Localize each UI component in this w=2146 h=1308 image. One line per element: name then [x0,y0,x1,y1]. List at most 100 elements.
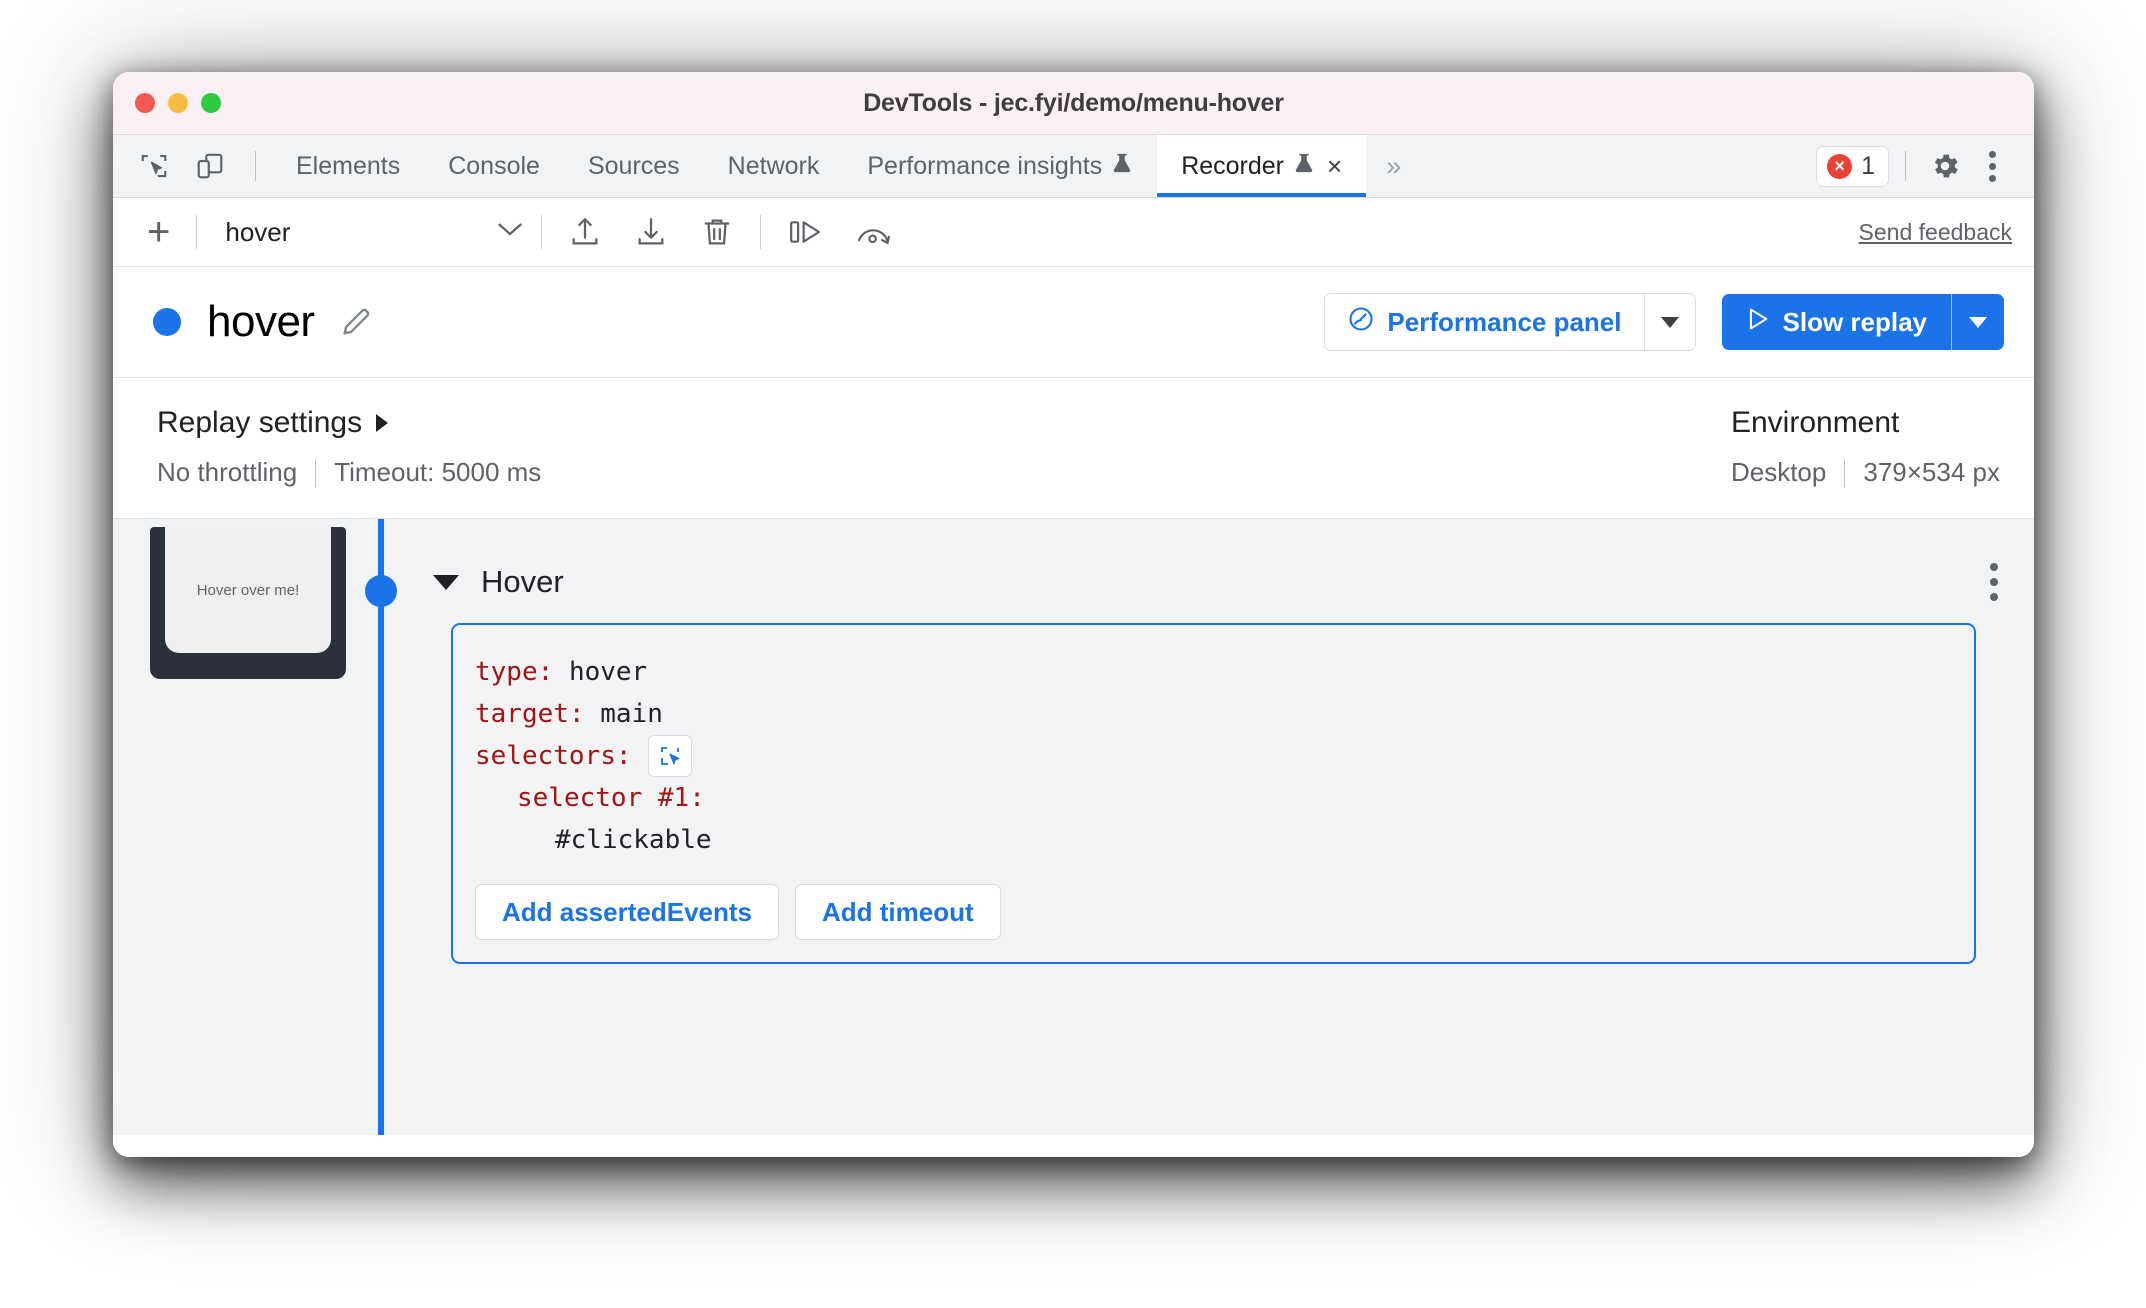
toolbar-divider [760,215,762,249]
settings-strip: Replay settings No throttling Timeout: 5… [113,378,2034,519]
value-divider [1844,458,1846,487]
throttling-value: No throttling [157,457,298,487]
code-value[interactable]: hover [569,651,647,693]
recorder-toolbar: + hover Send feedback [113,198,2034,267]
code-separator: : [537,657,569,687]
screenshot-root: DevTools - jec.fyi/demo/menu-hover Eleme… [0,0,2146,1308]
environment-section: Environment Desktop 379×534 px [1731,378,2000,488]
tab-sources[interactable]: Sources [564,135,704,197]
replay-arc-icon[interactable] [839,217,909,247]
replay-settings-toggle[interactable]: Replay settings [157,406,541,440]
replay-split-button[interactable]: Slow replay [1721,294,2004,350]
new-recording-button[interactable]: + [131,212,186,252]
tab-performance-insights[interactable]: Performance insights [843,135,1157,197]
thumbnail-viewport: Hover over me! [165,527,331,653]
replay-settings-label: Replay settings [157,406,363,439]
minimize-window-button[interactable] [168,93,188,113]
page-title: hover [207,297,315,346]
code-separator: : [615,741,632,772]
code-key: target [475,699,569,730]
performance-panel-split-button[interactable]: Performance panel [1324,293,1696,351]
device-toolbar-icon[interactable] [187,143,233,189]
thumbnail-text: Hover over me! [196,581,300,599]
code-value[interactable]: #clickable [555,819,712,861]
code-line-selector-value: #clickable [475,819,1946,861]
select-element-icon[interactable] [647,735,692,778]
step-details-panel: Hover type: hover target: main selectors… [413,519,2034,1157]
play-icon [1746,306,1770,339]
recording-selector[interactable]: hover [207,217,531,248]
performance-panel-dropdown[interactable] [1645,294,1695,350]
error-count-badge[interactable]: × 1 [1816,145,1889,187]
tab-elements[interactable]: Elements [272,135,424,197]
recording-header: hover Performance panel Slow replay [113,267,2034,378]
step-action-buttons: Add assertedEvents Add timeout [475,883,1946,940]
header-actions: Performance panel Slow replay [1324,293,2004,351]
tab-label: Network [727,151,820,180]
performance-panel-label: Performance panel [1387,306,1622,337]
step-screenshot-thumbnail[interactable]: Hover over me! [150,527,346,679]
import-icon[interactable] [618,215,684,249]
timeline-step-marker[interactable] [365,575,397,607]
viewport-value: 379×534 px [1863,457,2000,487]
code-value[interactable]: main [600,693,663,735]
chevron-down-icon[interactable] [433,574,459,590]
step-code-card: type: hover target: main selectors: sele… [451,623,1976,964]
export-icon[interactable] [552,215,618,249]
tab-label: Elements [296,151,401,180]
kebab-menu-icon[interactable] [1972,144,2012,188]
step-kebab-menu-icon[interactable] [1990,563,1998,601]
replay-dropdown[interactable] [1952,294,2004,350]
add-asserted-events-button[interactable]: Add assertedEvents [475,883,779,940]
chevron-right-icon [376,414,389,432]
error-count: 1 [1861,151,1875,180]
pencil-icon[interactable] [339,305,373,339]
slow-replay-button[interactable]: Slow replay [1722,294,1952,350]
tabbar-divider [255,151,256,181]
close-window-button[interactable] [135,93,155,113]
step-over-icon[interactable] [771,217,839,247]
close-icon[interactable]: × [1327,153,1342,179]
traffic-lights [135,93,221,113]
device-value: Desktop [1730,457,1827,487]
error-icon: × [1827,153,1853,179]
replay-settings-section: Replay settings No throttling Timeout: 5… [157,378,541,488]
window-titlebar: DevTools - jec.fyi/demo/menu-hover [113,72,2034,135]
trash-icon[interactable] [684,215,750,249]
code-key: type [475,657,538,687]
send-feedback-link[interactable]: Send feedback [1859,219,2012,246]
tab-label: Sources [587,151,680,180]
performance-icon [1347,305,1375,340]
chevron-down-icon [1969,316,1987,328]
gear-icon[interactable] [1922,143,1968,189]
performance-panel-button[interactable]: Performance panel [1325,294,1643,350]
window-title: DevTools - jec.fyi/demo/menu-hover [863,88,1284,117]
panel-tabs: Elements Console Sources Network Perform… [272,135,1421,197]
value-divider [315,458,317,487]
zoom-window-button[interactable] [201,93,221,113]
tab-console[interactable]: Console [424,135,564,197]
step-header[interactable]: Hover [433,563,1998,601]
devtools-window: DevTools - jec.fyi/demo/menu-hover Eleme… [113,72,2034,1157]
code-line-selectors: selectors: [475,735,1946,778]
devtools-tabbar: Elements Console Sources Network Perform… [113,135,2034,198]
slow-replay-label: Slow replay [1782,306,1928,337]
replay-settings-summary: No throttling Timeout: 5000 ms [157,457,541,488]
tab-recorder[interactable]: Recorder × [1157,135,1367,197]
toolbar-divider [196,215,198,249]
step-title: Hover [481,564,564,599]
inspect-element-icon[interactable] [131,143,177,189]
tab-label: Console [448,151,540,180]
tabbar-right-controls: × 1 [1816,135,2034,197]
code-key: selectors [475,741,616,772]
code-line-type: type: hover [475,651,1946,693]
steps-area: Hover over me! Hover type: hover target … [113,519,2034,1157]
tab-network[interactable]: Network [704,135,844,197]
status-badge [153,308,181,336]
code-line-target: target: main [475,693,1946,735]
tabbar-tools [113,135,268,197]
add-timeout-button[interactable]: Add timeout [794,883,1001,940]
more-tabs-icon[interactable]: » [1366,135,1421,197]
experiment-flask-icon [1293,151,1315,182]
panel-bottom-edge [113,1135,2034,1157]
